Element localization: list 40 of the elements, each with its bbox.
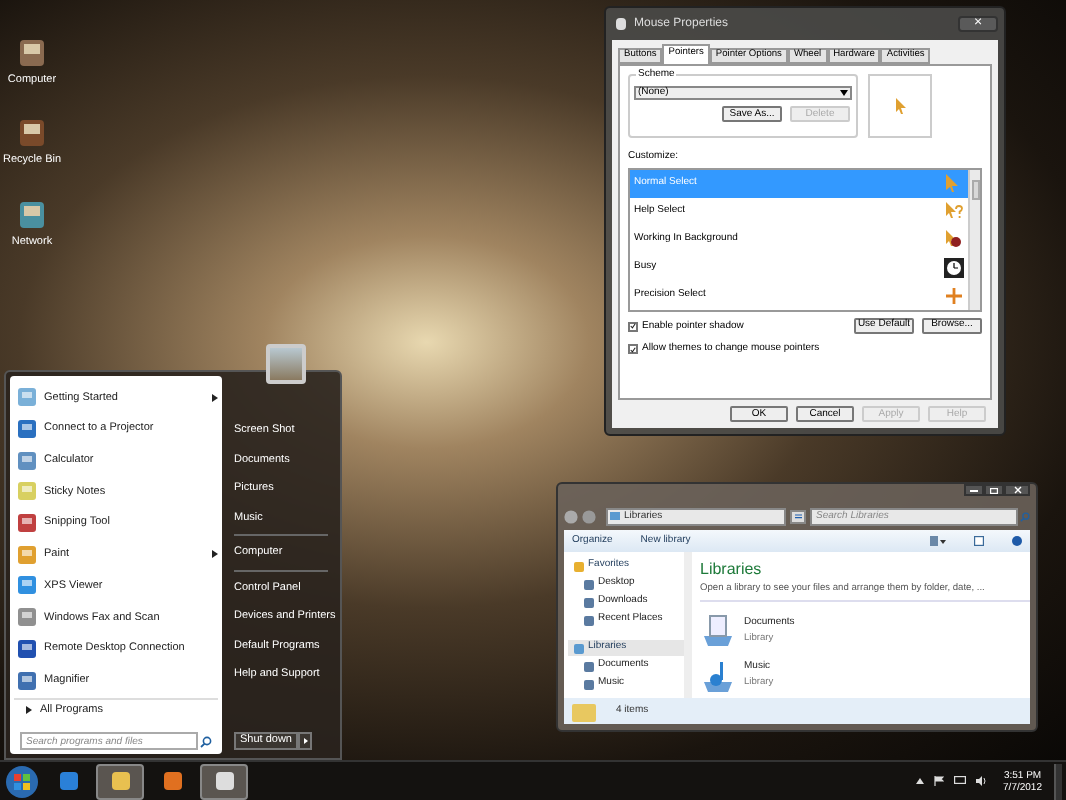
library-heading: Libraries [700,558,764,582]
refresh-button[interactable] [790,509,806,523]
start-button-icon[interactable] [4,763,40,799]
busy-pointer-icon [944,229,964,249]
volume-icon[interactable] [975,776,988,786]
checkbox[interactable] [628,321,638,332]
preview-pane-icon[interactable] [974,536,984,546]
search-icon [200,735,212,747]
arrow-icon [303,738,307,744]
check-icon [630,322,636,331]
view-icon[interactable] [930,536,946,546]
up-arrow-icon[interactable] [915,778,924,784]
shutdown-options-button[interactable] [298,732,312,750]
caret-icon [840,90,848,96]
maximize-button[interactable] [984,484,1004,496]
submenu-arrow-icon [212,393,218,402]
help-pointer-icon [944,201,964,221]
arrow-pointer-icon [944,173,964,193]
close-icon [1013,486,1021,494]
close-button[interactable] [1004,484,1030,496]
crosshair-icon [944,285,964,305]
refresh-icon [793,512,803,520]
taskbar-button[interactable] [96,763,144,799]
show-desktop-button[interactable] [1054,763,1062,799]
search-icon [1020,511,1030,521]
taskbar-button[interactable] [200,763,248,799]
user-photo [266,344,306,384]
minimize-button[interactable] [964,484,984,496]
flag-icon[interactable] [933,776,944,786]
music-note-icon [700,657,736,694]
network-icon[interactable] [953,776,966,786]
arrow-icon [26,706,32,715]
clock-icon [944,257,964,277]
checkbox[interactable] [628,344,638,355]
submenu-arrow-icon [212,550,218,559]
arrow-pointer-icon [895,98,905,114]
check-icon [630,345,636,354]
maximize-icon [990,487,998,493]
minimize-icon [970,489,978,491]
scrollbar[interactable] [968,169,980,309]
